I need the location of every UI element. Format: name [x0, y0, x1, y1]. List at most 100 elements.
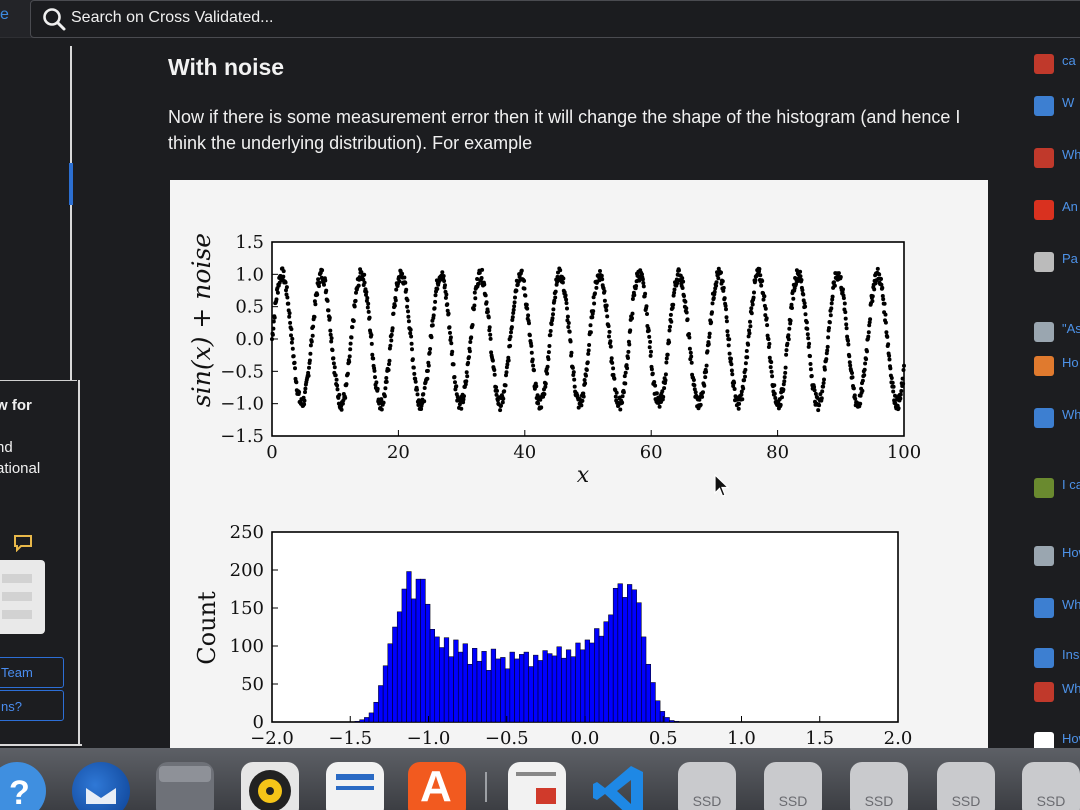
site-icon: [1034, 96, 1054, 116]
vscode-app-icon[interactable]: [591, 762, 649, 810]
scatter-point: [312, 315, 317, 319]
scatter-point: [824, 357, 829, 362]
hot-question-link[interactable]: How: [1062, 730, 1080, 747]
ssd-drive-icon[interactable]: SSD: [764, 762, 822, 810]
hot-question-link[interactable]: Wh: [1062, 146, 1080, 163]
scatter-point: [798, 269, 803, 274]
scatter-point: [472, 303, 477, 308]
scatter-point: [669, 319, 674, 324]
files-app-icon[interactable]: [156, 762, 214, 810]
scatter-point: [565, 314, 570, 319]
scatter-point: [362, 280, 367, 285]
scatter-point: [716, 276, 721, 281]
scatter-point: [581, 394, 586, 399]
scatter-point: [545, 371, 550, 376]
scatter-point: [317, 284, 321, 289]
scatter-point: [805, 326, 810, 331]
x-tick-label: −1.0: [407, 728, 451, 749]
hot-question-link[interactable]: W: [1062, 94, 1074, 111]
ssd-drive-icon[interactable]: SSD: [937, 762, 995, 810]
hot-question-link[interactable]: Wha: [1062, 680, 1080, 697]
writer-app-icon[interactable]: [326, 762, 384, 810]
sidebar-heading-for: w for: [0, 397, 32, 414]
histogram-bar: [472, 648, 478, 723]
rhythmbox-app-icon[interactable]: [241, 762, 299, 810]
hot-question-link[interactable]: An: [1062, 198, 1078, 215]
hot-question-link[interactable]: Wha: [1062, 596, 1080, 613]
sidebar-text-ational[interactable]: ational: [0, 460, 40, 477]
scatter-point: [714, 283, 719, 288]
help-app-icon[interactable]: ?: [0, 762, 46, 810]
scatter-point: [620, 400, 625, 405]
hot-question-link[interactable]: How: [1062, 544, 1080, 561]
hot-question-link[interactable]: ca: [1062, 52, 1076, 69]
scatter-point: [302, 398, 307, 403]
histogram-bar: [612, 587, 619, 723]
scatter-point: [613, 394, 618, 399]
scatter-point: [469, 335, 474, 340]
scatter-point: [770, 374, 775, 379]
histogram-bar: [401, 588, 407, 723]
team-button[interactable]: Team: [0, 657, 64, 688]
ssd-drive-icon[interactable]: SSD: [1022, 762, 1080, 810]
scatter-point: [843, 316, 848, 321]
scatter-point: [579, 403, 584, 408]
scatter-point: [877, 272, 882, 277]
software-app-icon[interactable]: A: [408, 762, 466, 810]
scatter-point: [790, 306, 794, 310]
hot-question-link[interactable]: Insc: [1062, 646, 1080, 663]
scatter-point: [719, 270, 723, 275]
scatter-point: [851, 386, 856, 391]
histogram-bar: [551, 655, 558, 723]
hot-question-link[interactable]: "As: [1062, 320, 1080, 337]
ssd-label: SSD: [951, 793, 981, 809]
hot-question-link[interactable]: I ca: [1062, 476, 1080, 493]
scatter-point: [415, 392, 420, 397]
y-tick-label: 0.0: [235, 329, 264, 350]
scatter-point: [830, 294, 835, 299]
scatter-point: [464, 379, 469, 384]
chat-icon[interactable]: [13, 534, 33, 552]
x-tick-label: 20: [387, 442, 410, 463]
histogram-bar: [645, 663, 651, 723]
scatter-point: [737, 401, 742, 406]
x-tick-label: 60: [640, 442, 663, 463]
questions-button[interactable]: ns?: [0, 690, 64, 721]
scatter-point: [732, 380, 737, 385]
scatter-point: [364, 290, 369, 294]
scatter-point: [628, 328, 633, 333]
x-tick-label: 40: [513, 442, 536, 463]
scatter-point: [281, 274, 286, 279]
scatter-point: [602, 298, 607, 303]
scatter-point: [671, 302, 676, 307]
scatter-point: [564, 301, 569, 306]
ssd-drive-icon[interactable]: SSD: [850, 762, 908, 810]
hot-question-link[interactable]: Wh: [1062, 406, 1080, 423]
scatter-point: [701, 390, 705, 395]
scatter-point: [429, 335, 434, 340]
scatter-point: [512, 304, 517, 309]
scatter-point: [427, 350, 432, 355]
scatter-point: [433, 299, 438, 304]
scatter-point: [331, 361, 336, 366]
scatter-point: [432, 306, 437, 311]
scatter-point: [553, 295, 558, 300]
scatter-point: [753, 278, 758, 283]
scatter-point: [725, 329, 730, 334]
scatter-point: [787, 326, 792, 331]
ssd-drive-icon[interactable]: SSD: [678, 762, 736, 810]
x-tick-label: 2.0: [884, 728, 913, 749]
thunderbird-app-icon[interactable]: [72, 762, 130, 810]
hot-question-link[interactable]: Pa: [1062, 250, 1078, 267]
hot-question-link[interactable]: Ho: [1062, 354, 1079, 371]
scatter-point: [389, 332, 394, 337]
scatter-x-axis-label: x: [577, 463, 590, 488]
search-input[interactable]: Search on Cross Validated...: [30, 0, 1080, 38]
scatter-point: [585, 360, 590, 365]
scatter-point: [772, 391, 777, 396]
scatter-point: [483, 293, 488, 298]
scatter-point: [643, 291, 648, 296]
scatter-point: [284, 285, 289, 290]
scatter-point: [466, 360, 471, 365]
news-app-icon[interactable]: [508, 762, 566, 810]
